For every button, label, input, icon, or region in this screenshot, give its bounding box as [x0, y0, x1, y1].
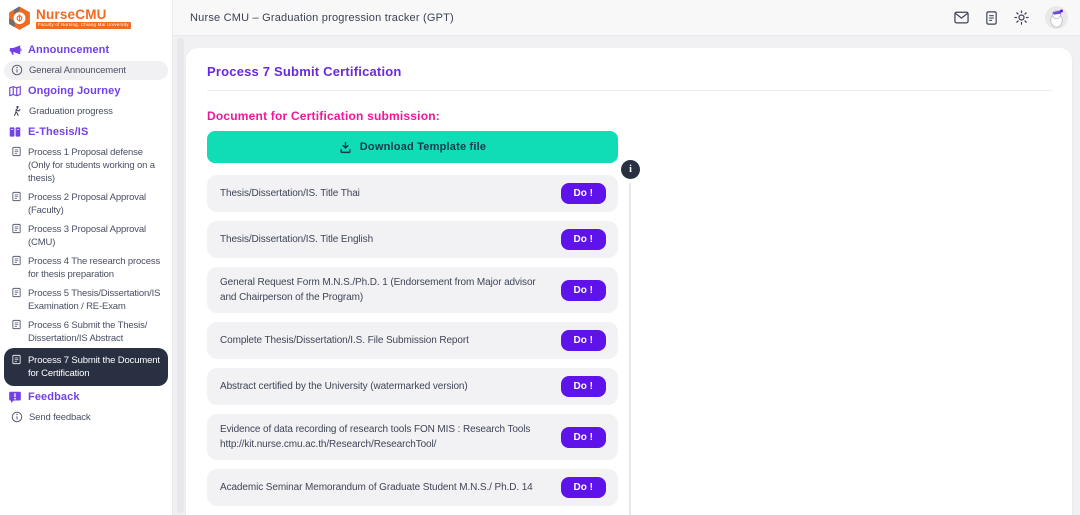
sidebar-item-process-2[interactable]: Process 2 Proposal Approval (Faculty)	[4, 188, 168, 220]
map-icon	[8, 84, 22, 98]
sidebar-section-label: E-Thesis/IS	[28, 126, 88, 138]
do-button[interactable]: Do !	[561, 427, 606, 448]
sidebar-section-ongoing-journey: Ongoing Journey	[4, 80, 168, 102]
topbar: Nurse CMU – Graduation progression track…	[173, 0, 1080, 36]
sidebar-item-label: Process 1 Proposal defense (Only for stu…	[28, 146, 162, 185]
download-icon	[339, 141, 352, 154]
mail-icon[interactable]	[954, 11, 969, 24]
info-circle-icon	[11, 64, 23, 76]
sidebar-section-announcement: Announcement	[4, 39, 168, 61]
theme-toggle-sun-icon[interactable]	[1014, 10, 1029, 25]
sidebar-item-label: Process 6 Submit the Thesis/ Dissertatio…	[28, 319, 162, 345]
document-row-academic-seminar-memo: Academic Seminar Memorandum of Graduate …	[207, 469, 618, 506]
sidebar-item-label: Process 4 The research process for thesi…	[28, 255, 162, 281]
document-row-file-submission-report: Complete Thesis/Dissertation/I.S. File S…	[207, 322, 618, 359]
document-icon[interactable]	[985, 11, 998, 25]
megaphone-icon	[8, 43, 22, 57]
info-circle-icon	[11, 411, 23, 423]
sidebar: NurseCMU Faculty of Nursing, Chiang Mai …	[0, 0, 173, 515]
main-content: Process 7 Submit Certification Document …	[173, 36, 1080, 515]
do-button[interactable]: Do !	[561, 477, 606, 498]
sidebar-item-process-3[interactable]: Process 3 Proposal Approval (CMU)	[4, 220, 168, 252]
document-icon	[11, 287, 22, 298]
sidebar-nav: Announcement General Announcement Ongoin…	[0, 36, 172, 427]
do-button[interactable]: Do !	[561, 330, 606, 351]
sidebar-item-label: General Announcement	[29, 64, 126, 77]
nursecmu-hexagon-logo-icon	[7, 5, 32, 31]
download-button-label: Download Template file	[360, 141, 486, 153]
timeline-line	[629, 183, 631, 515]
document-icon	[11, 223, 22, 234]
sidebar-section-label: Feedback	[28, 391, 80, 403]
document-icon	[11, 354, 22, 365]
sidebar-item-label: Process 2 Proposal Approval (Faculty)	[28, 191, 162, 217]
sidebar-item-graduation-progress[interactable]: Graduation progress	[4, 102, 168, 121]
do-button[interactable]: Do !	[561, 229, 606, 250]
document-label: Complete Thesis/Dissertation/I.S. File S…	[220, 333, 553, 348]
sidebar-section-label: Announcement	[28, 44, 109, 56]
document-icon	[11, 319, 22, 330]
sidebar-item-label: Process 5 Thesis/Dissertation/IS Examina…	[28, 287, 162, 313]
info-icon[interactable]: i	[621, 160, 640, 179]
document-label: Academic Seminar Memorandum of Graduate …	[220, 480, 553, 495]
document-row-english-title: Thesis/Dissertation/IS. Title English Do…	[207, 221, 618, 258]
scrollbar-track[interactable]	[177, 38, 184, 513]
chat-exclamation-icon	[8, 390, 22, 404]
document-icon	[11, 146, 22, 157]
document-label: Abstract certified by the University (wa…	[220, 379, 553, 394]
sidebar-item-label: Send feedback	[29, 411, 90, 424]
brand-tagline: Faculty of Nursing, Chiang Mai Universit…	[36, 22, 131, 29]
sidebar-section-feedback: Feedback	[4, 386, 168, 408]
document-label: Thesis/Dissertation/IS. Title Thai	[220, 186, 553, 201]
do-button[interactable]: Do !	[561, 183, 606, 204]
sidebar-item-send-feedback[interactable]: Send feedback	[4, 408, 168, 427]
sidebar-item-process-4[interactable]: Process 4 The research process for thesi…	[4, 252, 168, 284]
sidebar-item-label: Graduation progress	[29, 105, 113, 118]
divider	[207, 90, 1052, 91]
do-button[interactable]: Do !	[561, 280, 606, 301]
sidebar-item-general-announcement[interactable]: General Announcement	[4, 61, 168, 80]
sidebar-item-process-6[interactable]: Process 6 Submit the Thesis/ Dissertatio…	[4, 316, 168, 348]
page-title: Process 7 Submit Certification	[207, 64, 1052, 80]
sidebar-item-process-5[interactable]: Process 5 Thesis/Dissertation/IS Examina…	[4, 284, 168, 316]
sidebar-item-process-7-selected[interactable]: Process 7 Submit the Document for Certif…	[4, 348, 168, 386]
sidebar-item-label: Process 7 Submit the Document for Certif…	[28, 354, 162, 380]
download-template-button[interactable]: Download Template file	[207, 131, 618, 163]
document-icon	[11, 191, 22, 202]
app-logo[interactable]: NurseCMU Faculty of Nursing, Chiang Mai …	[0, 0, 172, 36]
section-label: Document for Certification submission:	[207, 109, 618, 123]
document-label: Evidence of data recording of research t…	[220, 422, 553, 452]
document-row-general-request-form: General Request Form M.N.S./Ph.D. 1 (End…	[207, 267, 618, 313]
document-row-abstract-certified: Abstract certified by the University (wa…	[207, 368, 618, 405]
user-avatar[interactable]	[1045, 6, 1068, 29]
document-label: Thesis/Dissertation/IS. Title English	[220, 232, 553, 247]
books-icon	[8, 125, 22, 139]
brand-name: NurseCMU	[36, 8, 131, 22]
do-button[interactable]: Do !	[561, 376, 606, 397]
sidebar-section-ethesis: E-Thesis/IS	[4, 121, 168, 143]
document-row-research-tools-evidence: Evidence of data recording of research t…	[207, 414, 618, 460]
app-title: Nurse CMU – Graduation progression track…	[190, 12, 454, 24]
document-row-thai-title: Thesis/Dissertation/IS. Title Thai Do !	[207, 175, 618, 212]
process-card: Process 7 Submit Certification Document …	[186, 48, 1072, 515]
walking-person-icon	[11, 105, 23, 117]
sidebar-section-label: Ongoing Journey	[28, 85, 121, 97]
sidebar-item-process-1[interactable]: Process 1 Proposal defense (Only for stu…	[4, 143, 168, 188]
sidebar-item-label: Process 3 Proposal Approval (CMU)	[28, 223, 162, 249]
document-icon	[11, 255, 22, 266]
document-label: General Request Form M.N.S./Ph.D. 1 (End…	[220, 275, 553, 305]
